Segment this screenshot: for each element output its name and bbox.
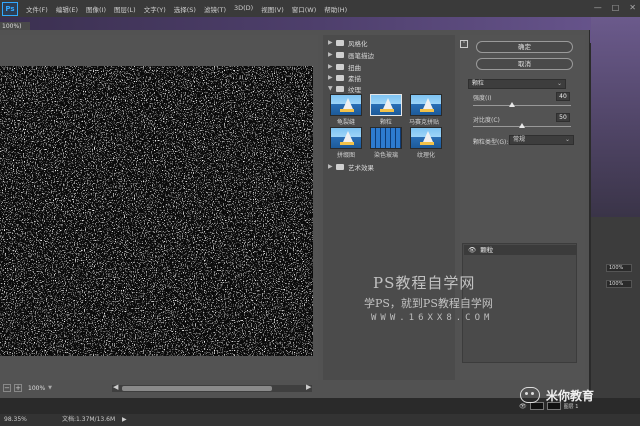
status-zoom: 98.35% [4, 416, 27, 423]
minimize-icon[interactable]: — [594, 3, 602, 12]
folder-label: 艺术效果 [348, 163, 374, 172]
folder-icon [336, 163, 344, 170]
contrast-slider[interactable] [473, 123, 571, 128]
wechat-icon [520, 387, 540, 403]
menu-item[interactable]: 图层(L) [114, 4, 136, 14]
wechat-badge: 米你教育 [520, 383, 638, 407]
folder-toggle-icon: ▶ [328, 39, 333, 46]
grain-type-label: 颗粒类型(G): [473, 139, 509, 146]
filter-label: 纹理化 [416, 152, 435, 159]
menu-item[interactable]: 选择(S) [174, 4, 196, 14]
layers-panel-right [591, 217, 640, 398]
filter-label: 染色玻璃 [373, 152, 398, 159]
folder-icon [336, 85, 344, 92]
filter-thumb-patchwork[interactable] [330, 127, 362, 149]
status-bar: 98.35% 文档:1.37M/13.6M ▶ [0, 414, 640, 426]
window-controls: — □ ✕ [594, 3, 636, 12]
watermark-subtitle: 学PS，就到PS教程自学网 [364, 297, 493, 310]
folder-icon [336, 63, 344, 70]
menu-item[interactable]: 窗口(W) [292, 4, 317, 14]
menu-bar: Ps 文件(F) 编辑(E) 图像(I) 图层(L) 文字(Y) 选择(S) 滤镜(T) 3D… [0, 0, 640, 17]
folder-toggle-icon: ▶ [328, 163, 333, 170]
menu-item[interactable]: 滤镜(T) [204, 4, 226, 14]
folder-icon [336, 51, 344, 58]
filter-thumb-stained-glass[interactable] [370, 127, 402, 149]
folder-sketch[interactable]: ▶ 素描 [328, 73, 361, 83]
watermark-title: PS教程自学网 [373, 274, 476, 292]
folder-toggle-icon: ▼ [328, 85, 333, 92]
folder-stylize[interactable]: ▶ 风格化 [328, 38, 368, 48]
badge-text: 米你教育 [546, 388, 595, 403]
desktop-background-right [591, 17, 640, 217]
menu-item[interactable]: 图像(I) [86, 4, 106, 14]
folder-label: 画笔描边 [348, 51, 374, 60]
folder-artistic[interactable]: ▶ 艺术效果 [328, 162, 374, 172]
fill-field[interactable]: 100% [606, 280, 632, 288]
menu-item[interactable]: 文字(Y) [144, 4, 166, 14]
folder-icon [336, 39, 344, 46]
filter-thumb-mosaic-tiles[interactable] [410, 94, 442, 116]
folder-toggle-icon: ▶ [328, 51, 333, 58]
filter-select-value: 颗粒 [472, 80, 485, 87]
zoom-in-button[interactable]: + [14, 384, 22, 392]
chevron-down-icon: ⌄ [564, 136, 570, 143]
opacity-field[interactable]: 100% [606, 264, 632, 272]
zoom-out-button[interactable]: − [3, 384, 11, 392]
menu-item[interactable]: 帮助(H) [324, 4, 347, 14]
eye-icon[interactable]: 👁 [468, 246, 476, 254]
contrast-input[interactable]: 50 [556, 113, 570, 122]
filter-label: 颗粒 [379, 119, 392, 126]
close-icon[interactable]: ✕ [629, 3, 636, 12]
filter-label: 龟裂缝 [336, 119, 355, 126]
folder-toggle-icon: ▶ [328, 63, 333, 70]
intensity-slider[interactable] [473, 102, 571, 107]
folder-texture[interactable]: ▼ 纹理 [328, 84, 361, 94]
filter-thumb-texturizer[interactable] [410, 127, 442, 149]
folder-toggle-icon: ▶ [328, 74, 333, 81]
menu-item[interactable]: 编辑(E) [56, 4, 78, 14]
scroll-thumb[interactable] [122, 386, 272, 391]
intensity-input[interactable]: 40 [556, 92, 570, 101]
intensity-slider-knob[interactable] [509, 102, 516, 107]
grain-type-select[interactable]: 常规 ⌄ [509, 135, 574, 145]
folder-icon [336, 74, 344, 81]
status-menu-icon[interactable]: ▶ [122, 414, 127, 426]
filter-thumb-craquelure[interactable] [330, 94, 362, 116]
contrast-label: 对比度(C) [473, 117, 500, 124]
folder-distort[interactable]: ▶ 扭曲 [328, 62, 361, 72]
filter-label: 马赛克拼贴 [408, 119, 439, 126]
menu-item[interactable]: 视图(V) [261, 4, 284, 14]
filter-select[interactable]: 颗粒 ⌄ [468, 79, 566, 89]
chevron-down-icon: ⌄ [556, 80, 562, 87]
photoshop-logo: Ps [2, 1, 18, 16]
scroll-right-icon[interactable]: ▶ [306, 383, 311, 391]
folder-label: 纹理 [348, 85, 361, 94]
zoom-value[interactable]: 100% [28, 385, 45, 392]
ok-button[interactable]: 确定 [476, 41, 573, 53]
folder-label: 风格化 [348, 39, 368, 48]
grain-type-value: 常规 [513, 136, 526, 143]
maximize-icon[interactable]: □ [612, 3, 620, 12]
folder-label: 扭曲 [348, 63, 361, 72]
folder-brush-strokes[interactable]: ▶ 画笔描边 [328, 50, 374, 60]
horizontal-scrollbar[interactable] [112, 385, 312, 392]
scroll-left-icon[interactable]: ◀ [113, 383, 118, 391]
contrast-slider-knob[interactable] [519, 123, 525, 128]
status-doc-size: 文档:1.37M/13.6M [62, 416, 116, 423]
filter-thumb-grain[interactable] [370, 94, 402, 116]
intensity-label: 强度(I) [473, 95, 492, 102]
menu-item[interactable]: 文件(F) [26, 4, 48, 14]
effect-layer-label: 颗粒 [480, 246, 494, 254]
cancel-button[interactable]: 取消 [476, 58, 573, 70]
filter-label: 拼缀图 [336, 152, 355, 159]
watermark-url: WWW.16XX8.COM [371, 313, 494, 323]
chevron-down-icon[interactable]: ▼ [48, 385, 52, 391]
menu-item[interactable]: 3D(D) [234, 4, 253, 14]
noise-preview [0, 66, 313, 356]
effect-layer-row[interactable]: 👁 颗粒 [464, 245, 577, 255]
folder-label: 素描 [348, 74, 361, 83]
menu-items: 文件(F) 编辑(E) 图像(I) 图层(L) 文字(Y) 选择(S) 滤镜(T) 3D(D)… [18, 4, 347, 14]
collapse-gallery-button[interactable]: ⌃ [460, 40, 468, 48]
